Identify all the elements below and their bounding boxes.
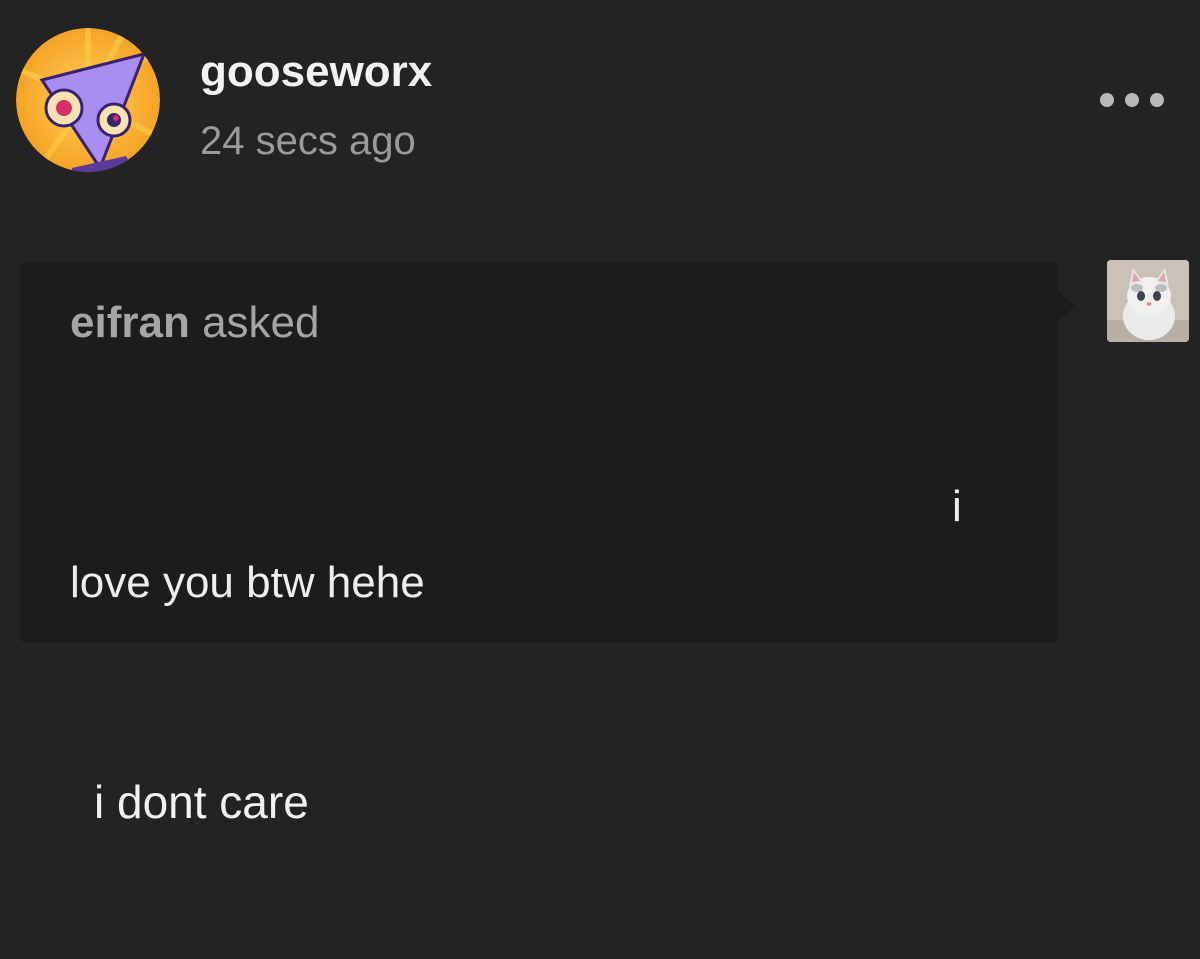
ask-bubble-pointer <box>1057 290 1075 322</box>
answer-text: i dont care <box>94 776 309 828</box>
more-options-button[interactable] <box>1100 88 1164 112</box>
blog-username[interactable]: gooseworx <box>200 46 432 98</box>
question-text-line2: love you btw hehe <box>70 558 425 607</box>
ask-header: eifran asked <box>70 296 319 350</box>
question-text-line1: i <box>952 482 962 531</box>
more-options-icon <box>1150 93 1164 107</box>
blog-avatar[interactable] <box>16 28 160 172</box>
post-timestamp: 24 secs ago <box>200 119 416 163</box>
post-container: gooseworx 24 secs ago eifran asked i lov… <box>0 0 1200 959</box>
more-options-icon <box>1125 93 1139 107</box>
asked-label: asked <box>202 298 320 347</box>
more-options-icon <box>1100 93 1114 107</box>
asker-name[interactable]: eifran <box>70 298 190 347</box>
kitten-avatar-icon <box>1107 260 1189 342</box>
cartoon-triangle-avatar-icon <box>16 28 160 172</box>
asker-avatar[interactable] <box>1107 260 1189 342</box>
